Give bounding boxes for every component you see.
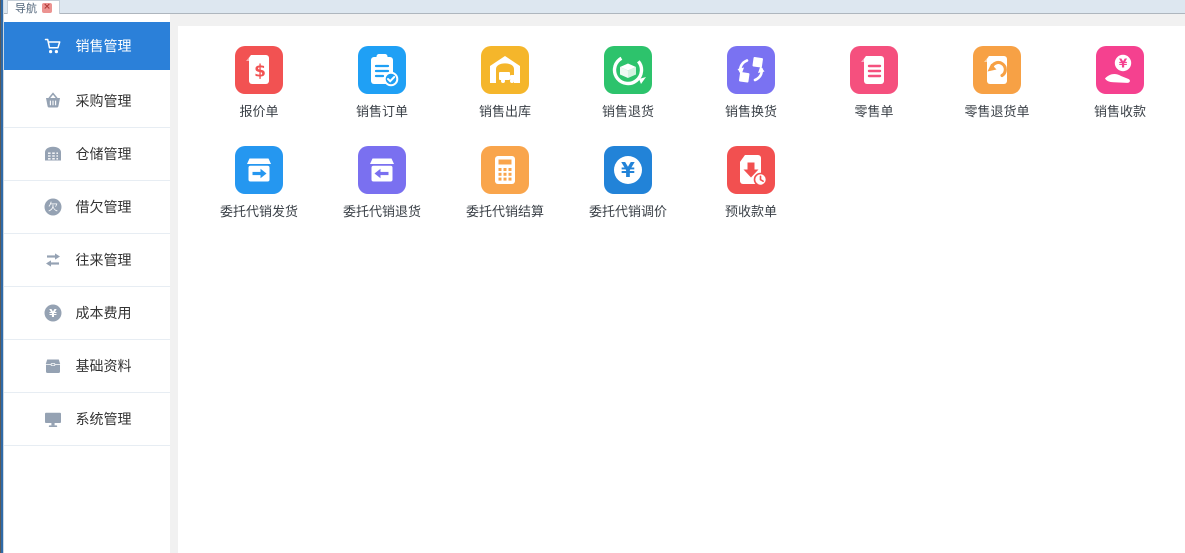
- basket-icon: [43, 91, 63, 111]
- module-label: 委托代销结算: [466, 201, 544, 220]
- module-row-1: $ 报价单 销售订单 销售出库: [178, 46, 1185, 120]
- collect-payment-icon: ¥: [1096, 46, 1144, 94]
- tab-navigation[interactable]: 导航 ×: [7, 0, 60, 14]
- module-consign-ship[interactable]: 委托代销发货: [199, 146, 319, 220]
- tab-label: 导航: [15, 0, 37, 16]
- sidebar-item-purchase[interactable]: 采购管理: [4, 75, 170, 128]
- sidebar-item-label: 仓储管理: [76, 144, 132, 164]
- sidebar-item-label: 销售管理: [76, 36, 132, 56]
- quotation-doc-icon: $: [235, 46, 283, 94]
- module-consign-return[interactable]: 委托代销退货: [322, 146, 442, 220]
- box-arrow-right-icon: [235, 146, 283, 194]
- module-label: 销售退货: [602, 101, 654, 120]
- module-label: 销售出库: [479, 101, 531, 120]
- return-box-icon: [604, 46, 652, 94]
- module-label: 销售换货: [725, 101, 777, 120]
- sidebar-item-label: 往来管理: [76, 250, 132, 270]
- transfer-icon: [43, 250, 63, 270]
- sidebar-item-label: 成本费用: [76, 303, 132, 323]
- warehouse-icon: [43, 144, 63, 164]
- module-label: 报价单: [239, 101, 278, 120]
- sidebar: 销售管理 采购管理 仓储管理 欠 借欠管理 往来管理 ¥ 成本费用: [4, 14, 170, 553]
- warehouse-truck-icon: [481, 46, 529, 94]
- retail-doc-icon: [850, 46, 898, 94]
- tab-close-icon[interactable]: ×: [42, 3, 52, 13]
- module-retail-return[interactable]: 零售退货单: [937, 46, 1057, 120]
- module-label: 销售收款: [1094, 101, 1146, 120]
- module-consign-settle[interactable]: 委托代销结算: [445, 146, 565, 220]
- module-grid: $ 报价单 销售订单 销售出库: [178, 26, 1185, 553]
- module-sales-return[interactable]: 销售退货: [568, 46, 688, 120]
- svg-text:¥: ¥: [49, 307, 57, 320]
- yen-circle-icon: ¥: [604, 146, 652, 194]
- module-label: 委托代销退货: [343, 201, 421, 220]
- module-sales-exchange[interactable]: 销售换货: [691, 46, 811, 120]
- debt-icon: 欠: [43, 197, 63, 217]
- module-label: 销售订单: [356, 101, 408, 120]
- module-retail-order[interactable]: 零售单: [814, 46, 934, 120]
- svg-text:$: $: [254, 62, 266, 82]
- module-quotation[interactable]: $ 报价单: [199, 46, 319, 120]
- module-label: 委托代销调价: [589, 201, 667, 220]
- svg-text:¥: ¥: [1119, 57, 1128, 71]
- module-consign-reprice[interactable]: ¥ 委托代销调价: [568, 146, 688, 220]
- sidebar-item-warehouse[interactable]: 仓储管理: [4, 128, 170, 181]
- retail-return-doc-icon: [973, 46, 1021, 94]
- sidebar-item-label: 借欠管理: [76, 197, 132, 217]
- module-sales-collection[interactable]: ¥ 销售收款: [1060, 46, 1180, 120]
- module-label: 预收款单: [725, 201, 777, 220]
- system-icon: [43, 409, 63, 429]
- sidebar-item-label: 采购管理: [76, 91, 132, 111]
- module-label: 零售单: [854, 101, 893, 120]
- sidebar-item-system[interactable]: 系统管理: [4, 393, 170, 446]
- sidebar-item-label: 基础资料: [76, 356, 132, 376]
- sidebar-item-debt[interactable]: 欠 借欠管理: [4, 181, 170, 234]
- window-border: [0, 0, 4, 553]
- sidebar-item-basic-data[interactable]: 基础资料: [4, 340, 170, 393]
- svg-text:欠: 欠: [48, 201, 58, 214]
- box-arrow-left-icon: [358, 146, 406, 194]
- module-sales-outbound[interactable]: 销售出库: [445, 46, 565, 120]
- sidebar-item-sales[interactable]: 销售管理: [4, 22, 170, 70]
- module-sales-order[interactable]: 销售订单: [322, 46, 442, 120]
- module-row-2: 委托代销发货 委托代销退货 委托代销结算 ¥ 委托代销: [178, 146, 1185, 220]
- basic-data-icon: [43, 356, 63, 376]
- module-label: 零售退货单: [964, 101, 1029, 120]
- exchange-boxes-icon: [727, 46, 775, 94]
- sidebar-item-label: 系统管理: [76, 409, 132, 429]
- module-advance-receipt[interactable]: 预收款单: [691, 146, 811, 220]
- sidebar-item-transactions[interactable]: 往来管理: [4, 234, 170, 287]
- order-clipboard-icon: [358, 46, 406, 94]
- tab-bar: 导航 ×: [0, 0, 1185, 14]
- cart-icon: [43, 36, 63, 56]
- sidebar-item-cost[interactable]: ¥ 成本费用: [4, 287, 170, 340]
- advance-receipt-icon: [727, 146, 775, 194]
- svg-text:¥: ¥: [621, 158, 635, 182]
- calculator-icon: [481, 146, 529, 194]
- module-label: 委托代销发货: [220, 201, 298, 220]
- cost-icon: ¥: [43, 303, 63, 323]
